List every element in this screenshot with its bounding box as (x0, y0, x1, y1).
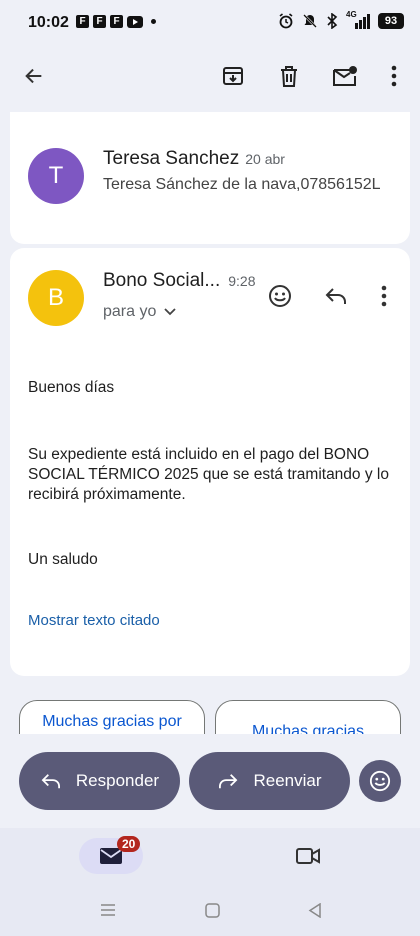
message-toolbar (0, 44, 420, 108)
triangle-back-icon (308, 902, 321, 918)
video-icon (296, 848, 320, 864)
youtube-icon (127, 15, 143, 28)
home-square-icon (204, 902, 220, 918)
notification-icons: F F F (76, 15, 156, 28)
reply-icon (41, 774, 60, 789)
mute-icon (303, 14, 317, 28)
archive-button[interactable] (213, 56, 253, 96)
status-bar: 10:02 F F F 4G 93 (0, 0, 420, 44)
message-closing: Un saludo (28, 551, 98, 568)
arrow-back-icon (25, 68, 42, 84)
message-body: Su expediente está incluido en el pago d… (28, 446, 389, 503)
show-quoted-text-link[interactable]: Mostrar texto citado (28, 612, 160, 629)
menu-icon (101, 904, 115, 916)
sender-row: Teresa Sanchez 20 abr (103, 148, 285, 170)
nav-meet[interactable] (282, 838, 334, 874)
more-notifications-dot (151, 19, 156, 24)
nav-mail[interactable]: 20 (79, 836, 143, 874)
smart-reply-chip[interactable]: Muchas gracias por (19, 700, 205, 734)
alarm-icon (279, 13, 293, 29)
reply-button[interactable] (318, 278, 354, 314)
forward-icon (219, 774, 238, 789)
reply-action-button[interactable]: Responder (19, 752, 180, 810)
avatar[interactable]: B (28, 270, 84, 326)
message-collapsed[interactable]: T Teresa Sanchez 20 abr Teresa Sánchez d… (10, 112, 410, 244)
react-action-button[interactable] (359, 760, 401, 802)
more-options-button[interactable] (380, 56, 408, 96)
facebook-icon: F (110, 15, 123, 28)
more-vert-icon (391, 65, 397, 87)
signal-icon: 4G (346, 10, 370, 29)
back-button[interactable] (14, 56, 54, 96)
more-vert-icon (381, 285, 387, 307)
unread-count-badge: 20 (117, 836, 141, 852)
emoji-icon (269, 285, 291, 307)
forward-label: Reenviar (253, 771, 322, 790)
mail-unread-icon (333, 66, 357, 86)
facebook-icon: F (76, 15, 89, 28)
delete-button[interactable] (269, 56, 309, 96)
archive-icon (223, 67, 243, 85)
emoji-icon (369, 770, 391, 792)
avatar-letter: B (47, 284, 64, 311)
recent-apps-button[interactable] (92, 898, 124, 922)
sender-row: Bono Social... 9:28 (103, 270, 256, 292)
sender-name: Bono Social... (103, 270, 221, 291)
reply-label: Responder (75, 771, 160, 790)
message-greeting: Buenos días (28, 379, 115, 396)
sender-name: Teresa Sanchez (103, 148, 240, 169)
message-more-button[interactable] (372, 278, 396, 314)
bottom-navigation: 20 (0, 828, 420, 936)
avatar: T (28, 148, 84, 204)
recipient-label: para yo (103, 303, 157, 320)
chevron-down-icon (164, 308, 177, 316)
home-button[interactable] (196, 898, 228, 922)
smart-reply-chip[interactable]: Muchas gracias (215, 700, 401, 734)
add-reaction-button[interactable] (262, 278, 298, 314)
facebook-icon: F (93, 15, 106, 28)
trash-icon (281, 66, 297, 87)
message-date: 20 abr (245, 151, 285, 167)
system-icons: 4G 93 (278, 10, 404, 29)
mark-unread-button[interactable] (325, 56, 365, 96)
reply-icon (325, 288, 346, 304)
battery-indicator: 93 (378, 13, 404, 29)
avatar-letter: T (48, 162, 64, 189)
message-time: 9:28 (228, 273, 256, 289)
smart-reply-row: Muchas gracias por Muchas gracias (0, 696, 420, 734)
system-back-button[interactable] (299, 898, 331, 922)
bluetooth-icon (327, 13, 338, 29)
message-snippet: Teresa Sánchez de la nava,07856152L (103, 176, 381, 193)
forward-action-button[interactable]: Reenviar (189, 752, 350, 810)
recipient-toggle[interactable]: para yo (103, 303, 177, 321)
message-expanded: B Bono Social... 9:28 para yo Buenos día… (10, 248, 410, 676)
status-time: 10:02 (28, 14, 69, 31)
